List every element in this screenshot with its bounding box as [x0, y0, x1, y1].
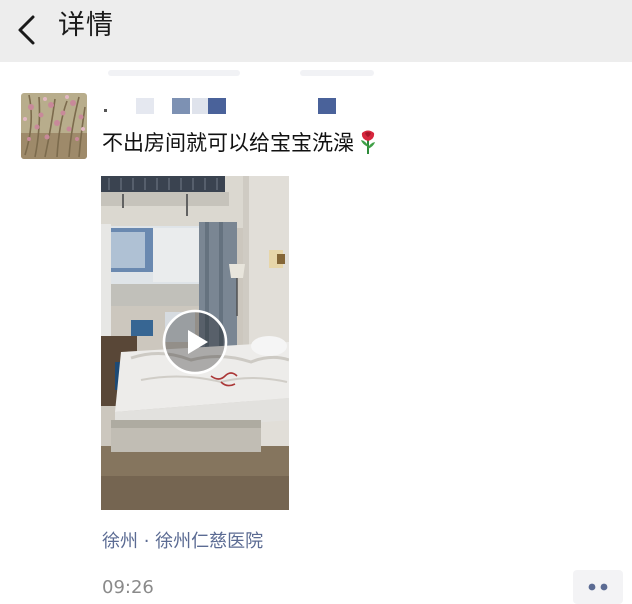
username-obscured[interactable] — [100, 70, 374, 116]
ellipsis-icon — [588, 583, 608, 591]
video-thumbnail[interactable] — [101, 176, 289, 510]
chevron-left-icon[interactable] — [14, 12, 42, 48]
moment-post: 不出房间就可以给宝宝洗澡 徐州 · 徐州仁慈医院 09:26 — [0, 62, 632, 604]
post-text: 不出房间就可以给宝宝洗澡 — [102, 128, 378, 158]
more-actions-button[interactable] — [573, 570, 623, 604]
page-title: 详情 — [58, 10, 114, 41]
avatar[interactable] — [21, 93, 87, 159]
post-text-content: 不出房间就可以给宝宝洗澡 — [102, 131, 354, 155]
rose-icon — [361, 130, 375, 154]
location-link[interactable]: 徐州 · 徐州仁慈医院 — [102, 530, 263, 554]
play-icon[interactable] — [161, 308, 229, 376]
post-time: 09:26 — [102, 577, 154, 598]
navigation-bar: 详情 — [0, 0, 632, 62]
